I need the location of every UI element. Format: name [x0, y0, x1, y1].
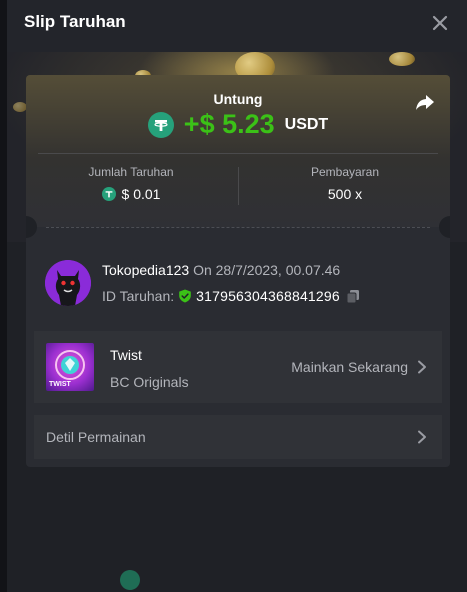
decor-coin [120, 570, 140, 590]
user-line: Tokopedia123 On 28/7/2023, 00.07.46 [102, 262, 340, 278]
user-row: Tokopedia123 On 28/7/2023, 00.07.46 ID T… [45, 258, 435, 308]
payout-stat: Pembayaran 500 x [240, 165, 450, 202]
share-button[interactable] [414, 91, 436, 113]
backdrop-strip [0, 0, 7, 592]
bet-card: Untung +$ 5.23 USDT Jumlah Taruhan $ 0.0… [26, 75, 450, 467]
payout-value: 500 x [327, 186, 363, 202]
thumbnail-label: TWIST [49, 381, 71, 388]
payout-value-row: 500 x [240, 186, 450, 202]
card-summary: Untung +$ 5.23 USDT Jumlah Taruhan $ 0.0… [26, 75, 450, 227]
bet-date: On 28/7/2023, 00.07.46 [193, 262, 341, 278]
game-thumbnail[interactable]: TWIST [46, 343, 94, 391]
dashed-divider [46, 227, 430, 228]
game-row[interactable]: TWIST Twist BC Originals Mainkan Sekaran… [34, 331, 442, 403]
profit-row: +$ 5.23 USDT [26, 109, 450, 140]
profit-amount: +$ 5.23 [183, 109, 275, 139]
profit-currency: USDT [284, 115, 329, 133]
game-provider: BC Originals [110, 374, 189, 390]
decor-coin [389, 52, 415, 66]
tether-icon [147, 111, 174, 138]
modal-header: Slip Taruhan [7, 0, 467, 52]
bet-slip-modal: Slip Taruhan Untung +$ 5.23 USDT Jumlah … [7, 0, 467, 592]
close-button[interactable] [429, 12, 451, 34]
divider [238, 167, 239, 205]
close-icon [432, 15, 448, 31]
bet-id-label: ID Taruhan: [102, 288, 175, 304]
tether-icon [101, 187, 116, 201]
result-label: Untung [213, 91, 263, 107]
bet-id-row: ID Taruhan: 317956304368841296 [102, 288, 360, 304]
modal-title: Slip Taruhan [24, 12, 126, 31]
chevron-right-icon [418, 430, 426, 444]
chevron-right-icon [418, 360, 426, 374]
payout-label: Pembayaran [310, 165, 380, 179]
play-now-link[interactable]: Mainkan Sekarang [291, 359, 408, 375]
copy-icon[interactable] [346, 289, 360, 303]
ticket-notch [439, 216, 450, 238]
share-icon [416, 95, 434, 110]
divider [38, 153, 438, 154]
bet-id-value: 317956304368841296 [196, 288, 340, 304]
bet-amount-label: Jumlah Taruhan [88, 165, 174, 179]
bet-amount-value-row: $ 0.01 [26, 186, 236, 202]
game-name: Twist [110, 347, 142, 363]
bet-amount-stat: Jumlah Taruhan $ 0.01 [26, 165, 236, 202]
game-details-row[interactable]: Detil Permainan [34, 415, 442, 459]
game-details-label: Detil Permainan [46, 429, 146, 445]
avatar[interactable] [45, 260, 91, 306]
decor-coin [13, 102, 27, 112]
username[interactable]: Tokopedia123 [102, 262, 189, 278]
shield-check-icon [179, 289, 191, 303]
avatar-image [45, 260, 91, 306]
bet-amount-value: $ 0.01 [121, 186, 161, 202]
